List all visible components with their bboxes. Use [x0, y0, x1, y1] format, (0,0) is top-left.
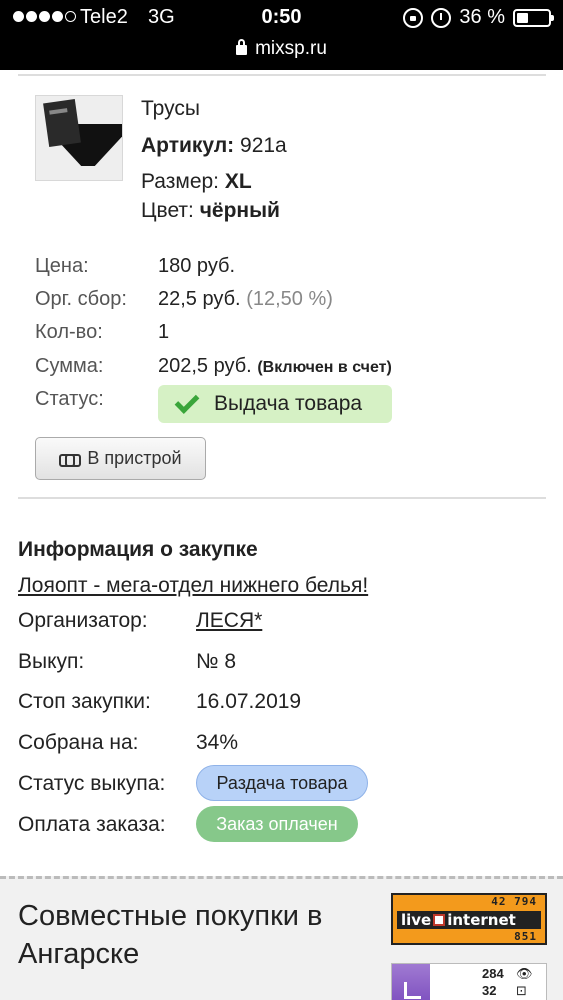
batch-value: № 8 — [196, 650, 237, 673]
visits-count: 32 — [482, 983, 497, 998]
price-label: Цена: — [35, 255, 89, 277]
purchase-info-title: Информация о закупке — [18, 538, 258, 561]
order-status-text: Выдача товара — [214, 392, 363, 415]
rotation-lock-icon — [403, 7, 424, 28]
fee-label: Орг. сбор: — [35, 288, 127, 310]
move-to-storage-label: В пристрой — [87, 448, 182, 468]
batch-label: Выкуп: — [18, 650, 85, 673]
collected-label: Собрана на: — [18, 731, 139, 754]
alarm-icon — [431, 7, 452, 28]
payment-status-badge: Заказ оплачен — [196, 806, 358, 842]
li-top-count: 42 794 — [491, 895, 537, 908]
url-text: mixsp.ru — [255, 38, 327, 59]
status-label: Статус: — [35, 388, 104, 410]
liveinternet-logo: live internet — [397, 911, 541, 929]
product-color: Цвет: чёрный — [141, 199, 280, 223]
organizer-link[interactable]: ЛЕСЯ* — [196, 609, 262, 633]
divider — [18, 74, 546, 76]
divider — [18, 497, 546, 499]
article-value: 921а — [240, 134, 287, 157]
stop-date-label: Стоп закупки: — [18, 690, 151, 713]
site-footer: Совместные покупки в Ангарске 42 794 liv… — [0, 876, 563, 1000]
battery-percent: 36 % — [459, 6, 505, 28]
sum-note: (Включен в счет) — [257, 359, 392, 376]
checkmark-icon — [174, 388, 200, 414]
visit-stats-counter[interactable]: 284 👁 32 ⊡ — [391, 963, 547, 1000]
address-bar[interactable]: mixsp.ru — [0, 38, 563, 60]
li-brand-right: internet — [447, 911, 516, 929]
size-value: XL — [224, 170, 252, 193]
status-bar: Tele2 3G 0:50 36 % mixsp.ru — [0, 0, 563, 70]
collected-value: 34% — [196, 731, 239, 754]
fee-percent: (12,50 %) — [246, 288, 333, 310]
stop-date-value: 16.07.2019 — [196, 690, 302, 713]
color-value: чёрный — [199, 199, 280, 222]
fee-value: 22,5 руб. (12,50 %) — [158, 288, 333, 311]
quantity-label: Кол-во: — [35, 321, 103, 343]
handshake-icon — [59, 452, 82, 467]
stats-chart-icon — [392, 964, 430, 1000]
lock-icon — [236, 39, 248, 55]
fee-amount: 22,5 руб. — [158, 288, 241, 310]
batch-status-label: Статус выкупа: — [18, 772, 166, 795]
article-label: Артикул: — [141, 134, 235, 157]
batch-status-badge: Раздача товара — [196, 765, 368, 801]
product-size: Размер: XL — [141, 170, 252, 194]
battery-icon — [513, 8, 554, 27]
liveinternet-counter[interactable]: 42 794 live internet 851 — [391, 893, 547, 945]
price-value: 180 руб. — [158, 255, 236, 277]
product-article: Артикул: 921а — [141, 134, 287, 158]
payment-label: Оплата заказа: — [18, 813, 166, 836]
product-name: Трусы — [141, 97, 200, 120]
login-icon: ⊡ — [516, 983, 527, 998]
sum-label: Сумма: — [35, 355, 104, 377]
li-bottom-count: 851 — [514, 930, 537, 943]
move-to-storage-button[interactable]: В пристрой — [35, 437, 206, 480]
site-title: Совместные покупки в Ангарске — [18, 900, 323, 970]
views-count: 284 — [482, 966, 504, 981]
size-label: Размер: — [141, 170, 220, 193]
quantity-value: 1 — [158, 321, 170, 343]
eye-icon: 👁 — [516, 966, 533, 981]
sum-amount: 202,5 руб. — [158, 355, 252, 377]
color-label: Цвет: — [141, 199, 194, 222]
organizer-label: Организатор: — [18, 609, 148, 632]
order-status-badge: Выдача товара — [158, 385, 392, 423]
purchase-title-link[interactable]: Лояопт - мега-отдел нижнего белья! — [18, 574, 368, 598]
li-brand-left: live — [401, 911, 432, 929]
product-thumbnail[interactable] — [35, 95, 123, 181]
sum-value: 202,5 руб. (Включен в счет) — [158, 355, 392, 378]
